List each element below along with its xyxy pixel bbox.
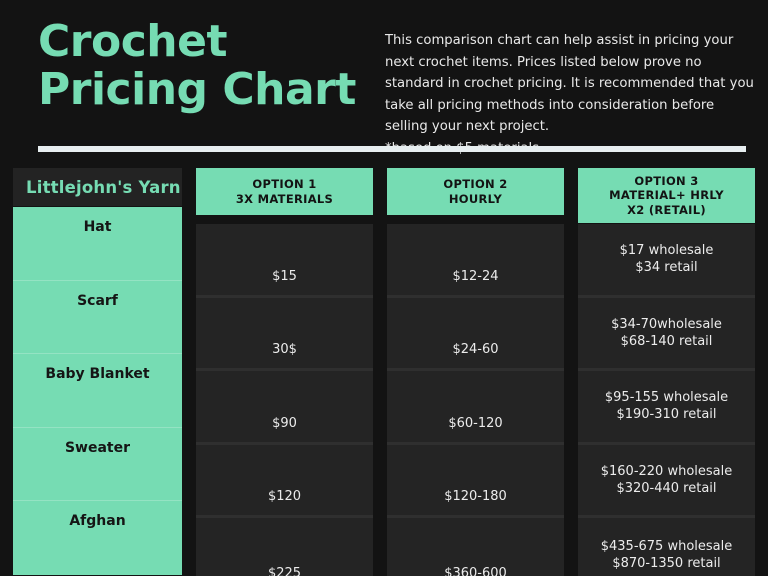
table-column-items: Littlejohn's Yarn Hat Scarf Baby Blanket… <box>0 168 196 576</box>
table-row-item: Sweater <box>13 428 182 501</box>
table-column-option-2: OPTION 2 HOURLY $12-24 $24-60 $60-120 $1… <box>387 168 578 576</box>
table-cell-price: $225 <box>267 565 302 576</box>
table-header-option-3: OPTION 3 MATERIAL+ HRLY X2 (RETAIL) <box>578 168 755 223</box>
table-cell-price: $24-60 <box>387 298 564 371</box>
retail-price: $68-140 retail <box>620 333 713 349</box>
table-cell-price: $60-120 <box>387 371 564 445</box>
table-row-item: Afghan <box>69 513 126 529</box>
intro-block: This comparison chart can help assist in… <box>368 18 758 159</box>
retail-price: $870-1350 retail <box>612 555 721 571</box>
option-3-subtitle-2: X2 (RETAIL) <box>627 202 706 217</box>
table-column-option-1: OPTION 1 3X MATERIALS $15 30$ $90 $120 $… <box>196 168 387 576</box>
table-cell-price: $90 <box>196 371 373 445</box>
option-3-subtitle: MATERIAL+ HRLY <box>609 188 724 203</box>
table-cell-price: $12-24 <box>387 224 564 298</box>
option-1-subtitle: 3X MATERIALS <box>235 191 334 206</box>
table-row-item: Hat <box>13 207 182 281</box>
table-header-option-1: OPTION 1 3X MATERIALS <box>196 168 373 215</box>
retail-price: $320-440 retail <box>616 480 717 496</box>
table-cell-price: 30$ <box>196 298 373 371</box>
table-cell-price: $120-180 <box>387 445 564 518</box>
pricing-table: Littlejohn's Yarn Hat Scarf Baby Blanket… <box>0 168 768 576</box>
table-cell-price: $34-70wholesale $68-140 retail <box>578 298 755 371</box>
item-cells: Hat Scarf Baby Blanket Sweater Afghan <box>13 207 182 575</box>
table-column-option-3: OPTION 3 MATERIAL+ HRLY X2 (RETAIL) $17 … <box>578 168 768 576</box>
table-cell-price: $435-675 wholesale $870-1350 retail <box>578 518 755 576</box>
table-cell-price: $160-220 wholesale $320-440 retail <box>578 445 755 518</box>
wholesale-price: $95-155 wholesale <box>604 390 729 406</box>
table-header-option-2: OPTION 2 HOURLY <box>387 168 564 215</box>
table-cell-price: $95-155 wholesale $190-310 retail <box>578 371 755 445</box>
intro-paragraph: This comparison chart can help assist in… <box>385 33 754 134</box>
option-1-title: OPTION 1 <box>252 177 317 191</box>
option-2-header-spacer <box>387 215 564 224</box>
table-cell-price: $360-600 <box>444 565 507 576</box>
page-title: Crochet Pricing Chart <box>38 18 368 159</box>
page-title-line-1: Crochet <box>38 16 228 67</box>
option-3-title: OPTION 3 <box>634 173 699 188</box>
pricing-chart-page: Crochet Pricing Chart This comparison ch… <box>0 0 768 576</box>
table-row-item: Scarf <box>13 281 182 354</box>
option-3-cells: $17 wholesale $34 retail $34-70wholesale… <box>578 224 755 576</box>
option-2-subtitle: HOURLY <box>448 191 503 206</box>
retail-price: $34 retail <box>635 260 698 276</box>
option-2-title: OPTION 2 <box>443 177 508 191</box>
header-divider <box>38 146 746 152</box>
option-1-header-spacer <box>196 215 373 224</box>
wholesale-price: $435-675 wholesale <box>600 538 733 554</box>
table-header-items: Littlejohn's Yarn <box>13 168 182 206</box>
page-header: Crochet Pricing Chart This comparison ch… <box>0 0 768 159</box>
option-2-cells: $12-24 $24-60 $60-120 $120-180 $360-600 <box>387 224 564 576</box>
table-cell-price: $15 <box>196 224 373 298</box>
option-1-cells: $15 30$ $90 $120 $225 <box>196 224 373 576</box>
page-title-line-2: Pricing Chart <box>38 64 356 115</box>
wholesale-price: $34-70wholesale <box>611 316 722 332</box>
wholesale-price: $160-220 wholesale <box>600 463 733 479</box>
table-cell-price: $120 <box>196 445 373 518</box>
table-cell-price: $17 wholesale $34 retail <box>578 224 755 298</box>
retail-price: $190-310 retail <box>616 407 717 423</box>
table-row-item: Baby Blanket <box>13 354 182 428</box>
wholesale-price: $17 wholesale <box>619 243 714 259</box>
